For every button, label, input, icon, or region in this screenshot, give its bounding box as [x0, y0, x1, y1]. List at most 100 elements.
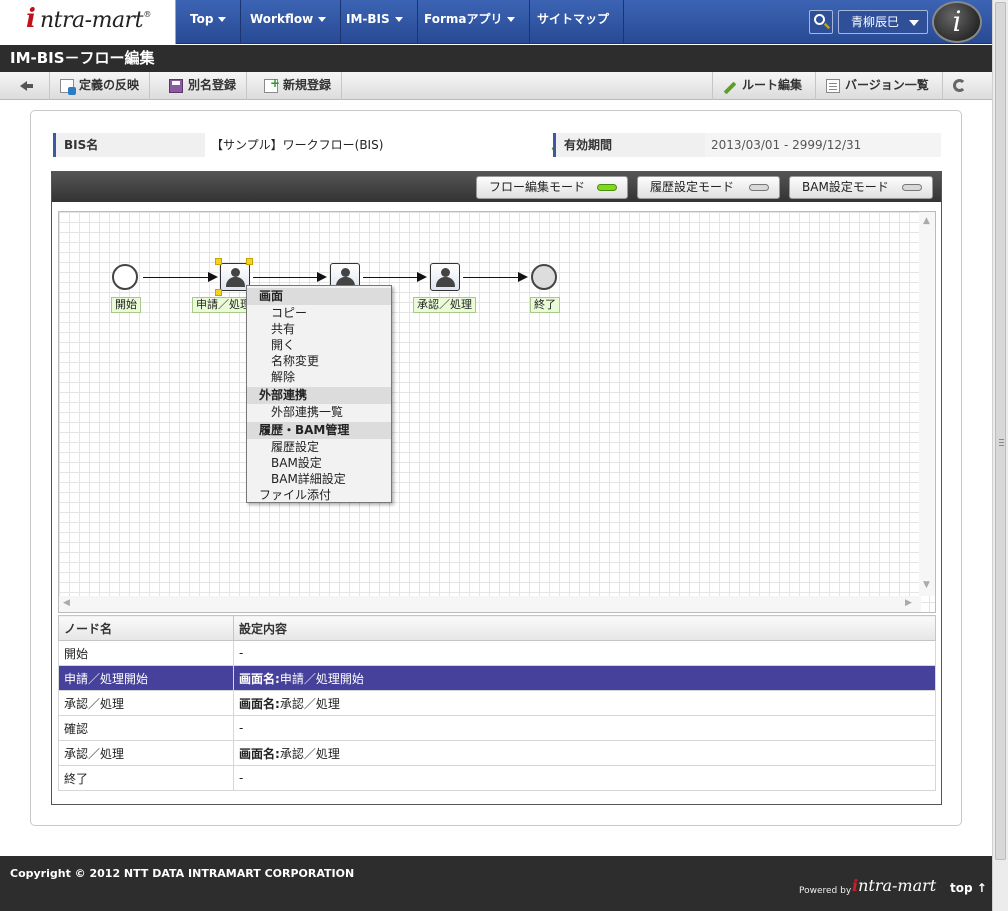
table-row[interactable]: 確認 - — [58, 715, 936, 741]
page-footer: Copyright © 2012 NTT DATA INTRAMART CORP… — [0, 856, 992, 911]
history-mode-button[interactable]: 履歴設定モード — [637, 176, 780, 199]
status-led-off-icon — [749, 184, 769, 191]
save-icon — [169, 78, 183, 93]
flow-editor: フロー編集モード 履歴設定モード BAM設定モード ▲ ▼ ◀ ▶ 開始 申請／処理… — [51, 171, 942, 805]
pencil-icon — [723, 81, 737, 95]
settings-prefix: 画面名: — [239, 671, 280, 686]
flow-arrow — [143, 272, 218, 282]
approve-task-node[interactable] — [430, 263, 460, 291]
menu-item-bam-settings[interactable]: BAM設定 — [247, 455, 391, 471]
flow-edit-mode-button[interactable]: フロー編集モード — [476, 176, 628, 199]
new-register-button[interactable]: 新規登録 — [254, 70, 343, 100]
global-header: i ntra-mart ® Top Workflow IM-BIS Formaアプリ… — [0, 0, 992, 44]
footer-logo-text: ntra-mart — [858, 876, 937, 895]
search-button[interactable] — [809, 10, 833, 34]
selection-handle[interactable] — [215, 289, 222, 296]
nav-im-bis-label: IM-BIS — [346, 12, 390, 26]
nav-top[interactable]: Top — [176, 0, 242, 44]
menu-item-open[interactable]: 開く — [247, 337, 391, 353]
table-row[interactable]: 承認／処理 画面名:承認／処理 — [58, 740, 936, 766]
apply-definition-button[interactable]: 定義の反映 — [50, 72, 151, 100]
scroll-up-icon[interactable]: ▲ — [923, 216, 930, 226]
user-icon — [231, 268, 240, 277]
node-name-cell: 終了 — [58, 765, 234, 791]
settings-value: 申請／処理開始 — [279, 671, 364, 686]
chevron-down-icon — [394, 17, 403, 22]
settings-cell: 画面名:承認／処理 — [233, 740, 936, 766]
settings-prefix: 画面名: — [239, 696, 280, 711]
end-node-label: 終了 — [530, 297, 560, 313]
menu-item-bam-detail-settings[interactable]: BAM詳細設定 — [247, 471, 391, 487]
canvas-horizontal-scrollbar[interactable]: ◀ ▶ — [59, 596, 921, 612]
route-edit-button[interactable]: ルート編集 — [712, 72, 812, 100]
flow-arrow — [463, 272, 528, 282]
scroll-down-icon[interactable]: ▼ — [923, 580, 930, 590]
menu-item-rename[interactable]: 名称変更 — [247, 353, 391, 369]
flow-arrow — [253, 272, 327, 282]
menu-item-release[interactable]: 解除 — [247, 369, 391, 385]
bis-name-value: 【サンプル】ワークフロー(BIS) — [211, 138, 384, 152]
bam-mode-button[interactable]: BAM設定モード — [789, 176, 933, 199]
logo-i-letter: i — [26, 4, 36, 34]
menu-item-file-attach[interactable]: ファイル添付 — [247, 487, 391, 503]
intra-mart-logo[interactable]: i ntra-mart ® — [0, 0, 176, 44]
start-node-label: 開始 — [111, 297, 141, 313]
settings-cell: - — [233, 640, 936, 666]
scroll-left-icon[interactable]: ◀ — [63, 598, 70, 608]
page-title: IM-BIS－フロー編集 — [0, 45, 992, 72]
document-icon — [60, 78, 76, 95]
bis-info-row: BIS名 【サンプル】ワークフロー(BIS) 有効期間 2013/03/01 -… — [53, 133, 941, 159]
settings-value: - — [239, 771, 244, 785]
nav-im-bis[interactable]: IM-BIS — [332, 0, 418, 44]
end-node[interactable] — [531, 264, 557, 290]
version-list-button[interactable]: バージョン一覧 — [815, 72, 939, 100]
info-i-icon[interactable]: i — [932, 1, 982, 43]
column-header-settings[interactable]: 設定内容 — [233, 615, 936, 641]
toolbar: 定義の反映 別名登録 新規登録 ルート編集 バージョン一覧 — [0, 70, 992, 100]
flow-canvas[interactable]: ▲ ▼ ◀ ▶ 開始 申請／処理 承認／処理 終了 画面 コピー 共有 開く 名… — [58, 211, 936, 613]
save-as-label: 別名登録 — [188, 78, 237, 92]
table-row[interactable]: 終了 - — [58, 765, 936, 791]
arrow-left-icon — [20, 79, 34, 93]
node-settings-table: ノード名 設定内容 開始 - 申請／処理開始 画面名:申請／処理開始 承認／処理 画面… — [58, 615, 936, 791]
nav-sitemap[interactable]: サイトマップ — [523, 0, 625, 44]
table-row-selected[interactable]: 申請／処理開始 画面名:申請／処理開始 — [58, 665, 936, 691]
node-name-cell: 承認／処理 — [58, 690, 234, 716]
scroll-right-icon[interactable]: ▶ — [905, 598, 912, 608]
selection-handle[interactable] — [246, 258, 253, 265]
table-row[interactable]: 開始 - — [58, 640, 936, 666]
node-context-menu: 画面 コピー 共有 開く 名称変更 解除 外部連携 外部連携一覧 履歴・BAM管… — [246, 285, 392, 503]
settings-value: - — [239, 646, 244, 660]
refresh-icon — [953, 79, 966, 92]
start-node[interactable] — [112, 264, 138, 290]
refresh-button[interactable] — [942, 72, 982, 100]
nav-forma[interactable]: Formaアプリ — [410, 0, 531, 44]
chevron-down-icon — [909, 20, 919, 26]
canvas-vertical-scrollbar[interactable]: ▲ ▼ — [919, 212, 935, 596]
page-scrollbar[interactable] — [992, 0, 1008, 911]
menu-item-external-list[interactable]: 外部連携一覧 — [247, 404, 391, 420]
settings-cell: - — [233, 765, 936, 791]
flow-edit-mode-label: フロー編集モード — [489, 180, 586, 194]
menu-section-screen: 画面 — [247, 288, 391, 305]
user-menu-button[interactable]: 青柳辰巳 — [838, 10, 928, 34]
column-header-node-name[interactable]: ノード名 — [58, 615, 234, 641]
node-name-cell: 承認／処理 — [58, 740, 234, 766]
nav-forma-label: Formaアプリ — [424, 12, 503, 26]
table-header-row: ノード名 設定内容 — [58, 615, 936, 641]
save-as-button[interactable]: 別名登録 — [159, 72, 248, 100]
menu-item-copy[interactable]: コピー — [247, 305, 391, 321]
table-row[interactable]: 承認／処理 画面名:承認／処理 — [58, 690, 936, 716]
user-icon — [441, 268, 450, 277]
back-to-top-link[interactable]: top ↑ — [950, 881, 987, 895]
menu-item-share[interactable]: 共有 — [247, 321, 391, 337]
chevron-down-icon — [507, 17, 516, 22]
settings-value: 承認／処理 — [279, 696, 340, 711]
bis-name-label: BIS名 — [53, 133, 205, 157]
back-button[interactable] — [10, 72, 50, 100]
selection-handle[interactable] — [215, 258, 222, 265]
scrollbar-thumb[interactable] — [995, 2, 1006, 860]
nav-workflow-label: Workflow — [250, 12, 314, 26]
nav-workflow[interactable]: Workflow — [236, 0, 342, 44]
menu-item-history-settings[interactable]: 履歴設定 — [247, 439, 391, 455]
